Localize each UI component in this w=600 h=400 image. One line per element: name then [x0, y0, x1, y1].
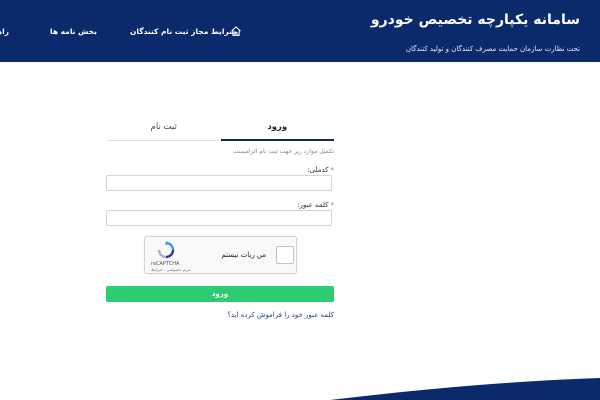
recaptcha-checkbox[interactable]: [276, 246, 294, 264]
national-code-label: *کدملی:: [307, 166, 334, 174]
national-code-input[interactable]: [106, 175, 332, 191]
site-subtitle: تحت نظارت سازمان حمایت مصرف کنندگان و تو…: [405, 45, 580, 53]
national-code-label-text: کدملی:: [307, 166, 329, 174]
tab-login[interactable]: ورود: [220, 114, 335, 141]
required-mark: *: [330, 201, 335, 209]
recaptcha-logo-icon: [157, 241, 175, 259]
site-title: سامانه یکپارچه تخصیص خودرو: [370, 12, 580, 28]
nav-item-guide[interactable]: راهنما: [0, 27, 50, 36]
password-input[interactable]: [106, 210, 332, 226]
password-label-text: کلمه عبور:: [297, 201, 329, 209]
nav-item-eligibility[interactable]: شرایط مجاز ثبت نام کنندگان: [130, 27, 236, 36]
recaptcha-label: من ربات نیستم: [221, 251, 266, 259]
forgot-password-link[interactable]: کلمه عبور خود را فراموش کرده اید؟: [227, 311, 334, 319]
home-icon[interactable]: [230, 25, 242, 37]
recaptcha-links[interactable]: حریم خصوصی - شرایط: [151, 267, 191, 272]
auth-tabs: ثبت نام ورود: [107, 114, 334, 141]
required-mark: *: [330, 166, 335, 174]
login-button[interactable]: ورود: [106, 286, 334, 302]
site-header: سامانه یکپارچه تخصیص خودرو تحت نظارت ساز…: [0, 0, 600, 62]
footer-wave: [330, 378, 600, 400]
nav-item-circulars[interactable]: بخش نامه ها: [50, 27, 130, 36]
form-hint: تکمیل موارد زیر جهت ثبت نام الزامیست: [232, 148, 334, 155]
recaptcha-widget: من ربات نیستم reCAPTCHA حریم خصوصی - شرا…: [144, 236, 297, 274]
main-nav: راهنما بخش نامه ها شرایط مجاز ثبت نام کن…: [0, 26, 242, 37]
tab-register[interactable]: ثبت نام: [107, 114, 221, 140]
password-label: *کلمه عبور:: [297, 201, 334, 209]
